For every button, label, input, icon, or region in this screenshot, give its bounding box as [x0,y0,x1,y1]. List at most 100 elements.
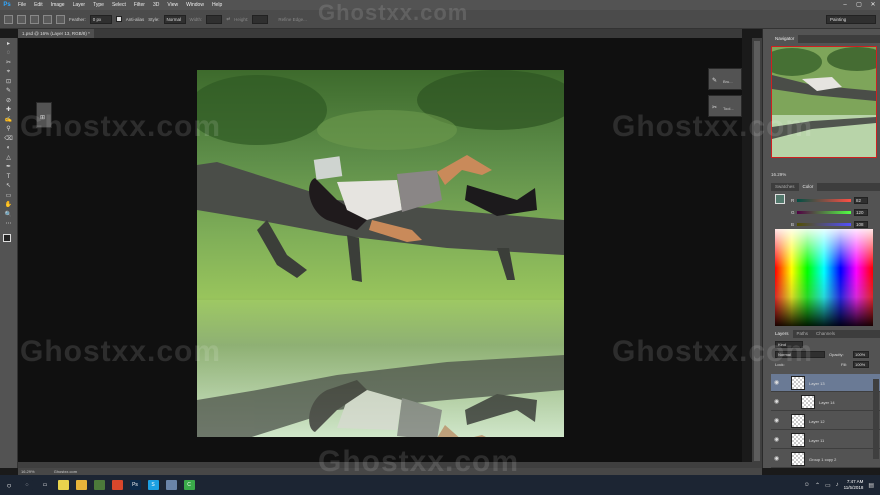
network-icon[interactable]: ▭ [825,482,831,489]
layer-filter-kind[interactable]: Kind [775,341,803,348]
menu-item-layer[interactable]: Layer [69,0,90,10]
tab-channels[interactable]: Channels [812,330,839,338]
intersect-selection-icon[interactable] [56,14,65,24]
scrollbar-thumb[interactable] [754,41,760,461]
tool-icon-15[interactable]: ↖ [4,182,14,190]
menu-item-type[interactable]: Type [89,0,108,10]
navigator-zoom[interactable]: 16.29% [771,172,786,177]
tool-icon-5[interactable]: ✎ [4,87,14,95]
eye-icon[interactable]: ◉ [774,417,779,424]
antialias-checkbox[interactable] [115,16,122,22]
panel-toggle-icon[interactable]: ⊞ [40,114,45,121]
menu-item-help[interactable]: Help [208,0,226,10]
mini-tool-panel[interactable]: ⊞ [36,102,52,128]
vertical-scrollbar[interactable] [752,38,762,468]
layer-row[interactable]: ◉ Layer 12 [771,412,880,430]
taskbar-sticky-icon[interactable] [54,475,72,495]
tab-layers[interactable]: Layers [771,330,793,338]
slider-track[interactable] [797,198,851,202]
zoom-readout[interactable]: 16.29% [21,469,35,474]
workspace-select[interactable]: Painting [826,15,876,24]
layer-row[interactable]: ◉ Layer 11 [771,431,880,449]
navigator-thumbnail[interactable] [771,46,877,158]
layer-row[interactable]: ◉ Layer 13 [771,374,880,392]
tool-icon-7[interactable]: ✚ [4,106,14,114]
start-button[interactable]: ○ [0,475,18,495]
opacity-input[interactable]: 100% [853,351,869,358]
maximize-button[interactable]: ▢ [852,0,866,10]
taskbar-skype-icon[interactable]: S [144,475,162,495]
tool-icon-1[interactable]: ◌ [4,49,14,57]
tool-icon-14[interactable]: T [4,173,14,181]
volume-icon[interactable]: ♪ [836,482,839,488]
slider-value[interactable]: 82 [854,196,868,204]
menu-item-filter[interactable]: Filter [130,0,149,10]
foreground-color-swatch[interactable] [775,194,785,204]
tool-icon-11[interactable]: ◐ [4,144,14,152]
taskbar-mail-icon[interactable] [162,475,180,495]
tab-color[interactable]: Color [798,183,818,191]
menu-item-view[interactable]: View [163,0,182,10]
tab-paths[interactable]: Paths [793,330,813,338]
height-input[interactable] [252,14,269,24]
marquee-tool-icon[interactable] [4,14,13,24]
menu-item-file[interactable]: File [14,0,30,10]
layer-row[interactable]: ◉ Group 1 copy 2 [771,450,880,468]
eye-icon[interactable]: ◉ [774,455,779,462]
swap-icon[interactable]: ⇄ [226,16,230,22]
fill-input[interactable]: 100% [853,361,869,368]
tool-icon-17[interactable]: ✋ [4,201,14,209]
layer-name[interactable]: Layer 12 [809,419,825,424]
taskbar-app1-icon[interactable] [90,475,108,495]
tool-icon-8[interactable]: ✍ [4,116,14,124]
taskbar-explorer-icon[interactable] [72,475,90,495]
color-slider-g[interactable]: G 120 [791,208,879,216]
eye-icon[interactable]: ◉ [774,436,779,443]
layer-name[interactable]: Group 1 copy 2 [809,457,836,462]
color-spectrum[interactable] [775,229,873,326]
tool-icon-4[interactable]: ⊡ [4,78,14,86]
blend-mode-select[interactable]: Normal [775,351,825,358]
menu-item-edit[interactable]: Edit [30,0,47,10]
style-select[interactable]: Normal [163,14,186,24]
tab-navigator[interactable]: Navigator [771,35,799,43]
tool-icon-3[interactable]: ⌖ [4,68,14,76]
artwork-canvas[interactable] [197,70,564,437]
tool-icon-13[interactable]: ✒ [4,163,14,171]
notifications-icon[interactable]: ▤ [868,482,874,489]
minimize-button[interactable]: – [838,0,852,10]
tool-icon-18[interactable]: 🔍 [4,211,14,219]
brush-presets-panel[interactable]: ✎ Bru... [708,68,742,90]
tool-icon-10[interactable]: ⌫ [4,135,14,143]
layer-name[interactable]: Layer 11 [809,438,824,443]
slider-track[interactable] [797,210,851,214]
tool-icon-0[interactable]: ▸ [4,40,14,48]
document-tab[interactable]: 1.psd @ 16% (Layer 13, RGB/8) * [18,29,94,38]
slider-value[interactable]: 108 [854,220,868,228]
tool-presets-panel[interactable]: ✂ Tool... [708,95,742,117]
eye-icon[interactable]: ◉ [774,398,779,405]
add-selection-icon[interactable] [30,14,39,24]
doc-info[interactable]: Ghostxx.com [54,469,77,474]
layer-row[interactable]: ◉ Layer 14 [771,393,880,411]
canvas-area[interactable] [18,38,742,468]
feather-input[interactable]: 0 px [89,14,112,24]
system-clock[interactable]: 7:47 AM 11/5/2018 [844,479,864,491]
taskbar-task-view-icon[interactable]: ▭ [36,475,54,495]
new-selection-icon[interactable] [17,14,26,24]
foreground-color[interactable] [2,234,11,242]
layers-scrollbar[interactable] [873,379,879,459]
subtract-selection-icon[interactable] [43,14,52,24]
color-slider-r[interactable]: R 82 [791,196,879,204]
tool-icon-6[interactable]: ⊘ [4,97,14,105]
width-input[interactable] [206,14,223,24]
layer-name[interactable]: Layer 14 [819,400,835,405]
taskbar-chrome-icon[interactable] [108,475,126,495]
tool-icon-16[interactable]: ▭ [4,192,14,200]
close-button[interactable]: ✕ [866,0,880,10]
fg-bg-color-swatches[interactable] [2,234,15,246]
menu-item-select[interactable]: Select [108,0,130,10]
tool-icon-9[interactable]: ⚲ [4,125,14,133]
chevron-up-icon[interactable]: ⌃ [815,482,820,489]
menu-item-window[interactable]: Window [182,0,208,10]
